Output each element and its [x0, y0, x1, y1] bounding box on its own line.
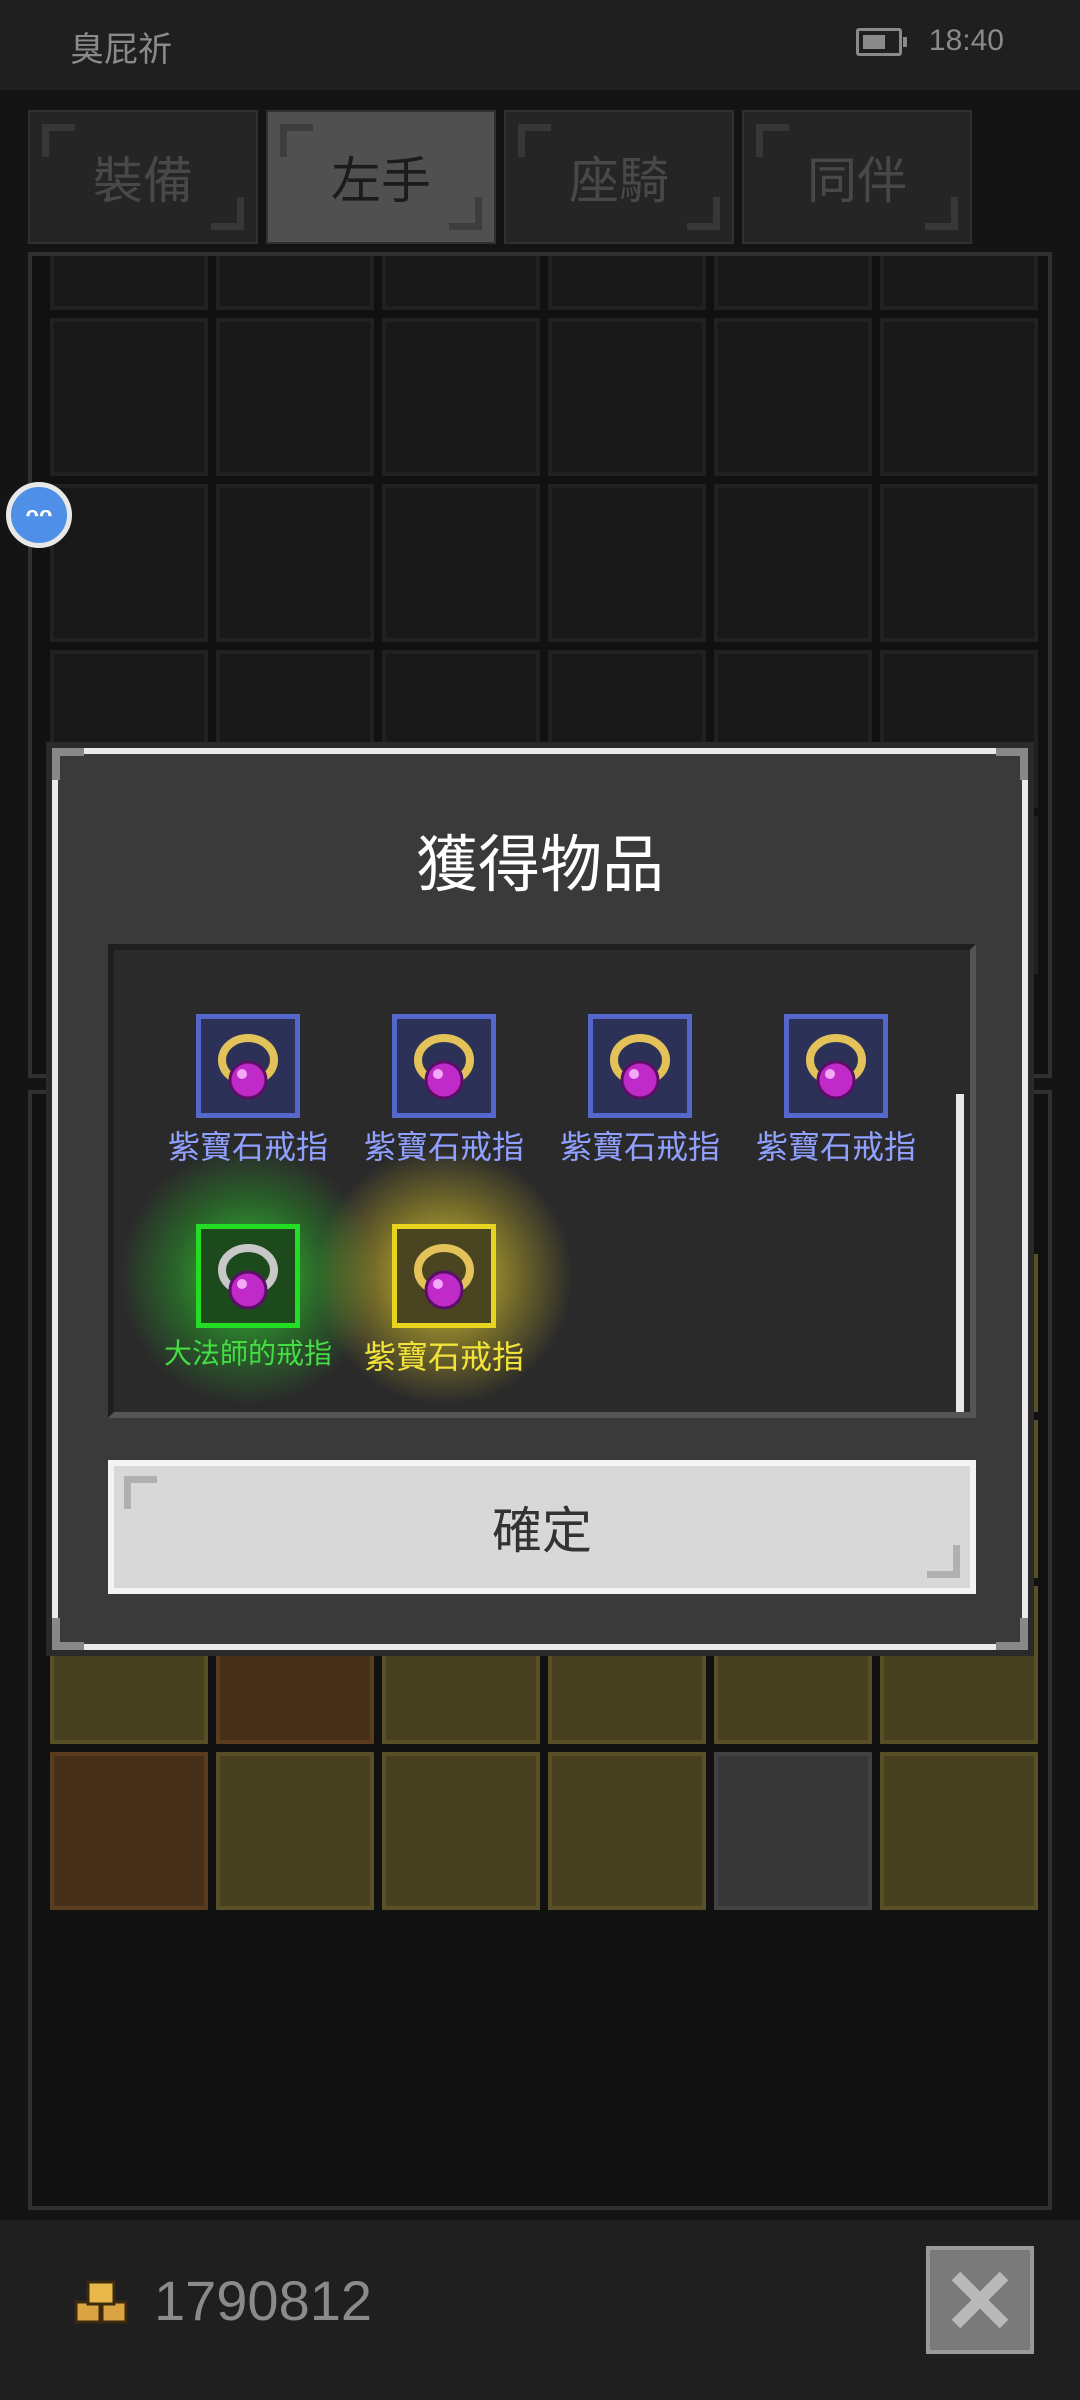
close-icon	[951, 2271, 1009, 2329]
gold-coins-icon	[74, 2280, 128, 2324]
item-name: 紫寶石戒指	[167, 1129, 328, 1165]
obtained-item-rare[interactable]: 紫寶石戒指	[314, 1146, 574, 1406]
status-bar: 臭屁祈 18:40	[0, 0, 1080, 90]
obtained-item[interactable]: 紫寶石戒指	[738, 1014, 934, 1168]
obtained-item[interactable]: 紫寶石戒指	[542, 1014, 738, 1168]
obtained-items-list: 紫寶石戒指 紫寶石戒指 紫寶石戒指 紫寶石戒指 大法師的戒指 紫寶石戒指	[108, 944, 976, 1418]
scrollbar[interactable]	[956, 1094, 964, 1412]
obtained-items-dialog: 獲得物品 紫寶石戒指 紫寶石戒指 紫寶石戒指 紫寶石戒指 大法師的戒指 紫寶石戒…	[52, 748, 1028, 1650]
clock: 18:40	[928, 24, 1004, 57]
amethyst-ring-icon	[784, 1014, 888, 1118]
confirm-label: 確定	[492, 1503, 592, 1559]
item-name: 紫寶石戒指	[559, 1129, 720, 1165]
floating-assistant-icon[interactable]: ᴖᴖ	[6, 482, 72, 548]
item-name: 紫寶石戒指	[363, 1339, 524, 1375]
carrier-name: 臭屁祈	[70, 31, 172, 69]
battery-icon	[856, 28, 907, 56]
amethyst-ring-icon	[392, 1224, 496, 1328]
amethyst-ring-icon	[196, 1014, 300, 1118]
confirm-button[interactable]: 確定	[108, 1460, 976, 1594]
obtained-item[interactable]: 紫寶石戒指	[346, 1014, 542, 1168]
dialog-title: 獲得物品	[415, 831, 664, 900]
gold-amount: 1790812	[154, 2269, 373, 2332]
item-name: 紫寶石戒指	[755, 1129, 916, 1165]
obtained-item[interactable]: 紫寶石戒指	[150, 1014, 346, 1168]
amethyst-ring-icon	[588, 1014, 692, 1118]
amethyst-ring-icon	[392, 1014, 496, 1118]
silver-amethyst-ring-icon	[196, 1224, 300, 1328]
close-button[interactable]	[926, 2246, 1034, 2354]
item-name: 紫寶石戒指	[363, 1129, 524, 1165]
item-name: 大法師的戒指	[163, 1338, 332, 1369]
